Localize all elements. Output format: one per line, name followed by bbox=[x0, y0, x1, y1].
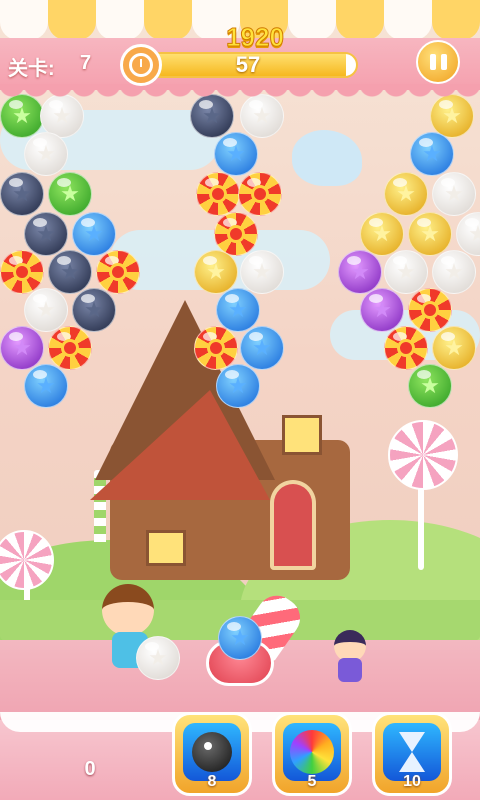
house-door bbox=[270, 480, 316, 570]
hourglass-count: 10 bbox=[403, 773, 421, 790]
bubble-swirl bbox=[214, 212, 258, 256]
bubble-white: ★ bbox=[384, 250, 428, 294]
bubble-swirl bbox=[194, 326, 238, 370]
next-bubble[interactable]: ★ bbox=[136, 636, 180, 680]
pause-icon bbox=[429, 54, 436, 70]
pause-button[interactable] bbox=[416, 40, 460, 84]
bomb-powerup-button[interactable]: 8 bbox=[172, 712, 252, 796]
bubble-swirl bbox=[0, 250, 44, 294]
bubble-green: ★ bbox=[48, 172, 92, 216]
hourglass-icon bbox=[399, 732, 425, 772]
score: 1920 bbox=[226, 22, 285, 53]
house-window bbox=[146, 530, 186, 566]
bubble-blue: ★ bbox=[410, 132, 454, 176]
level-label: 关卡: bbox=[8, 58, 55, 80]
bubble-white: ★ bbox=[240, 250, 284, 294]
current-bubble: ★ bbox=[218, 616, 262, 660]
bubble-yellow: ★ bbox=[384, 172, 428, 216]
bubble-yellow: ★ bbox=[432, 326, 476, 370]
bubble-blue: ★ bbox=[216, 364, 260, 408]
bubble-blue: ★ bbox=[216, 288, 260, 332]
bubble-navy: ★ bbox=[0, 172, 44, 216]
alarm-clock-icon bbox=[120, 44, 162, 86]
bubble-yellow: ★ bbox=[430, 94, 474, 138]
bubble-navy: ★ bbox=[24, 212, 68, 256]
bubble-yellow: ★ bbox=[360, 212, 404, 256]
lollipop bbox=[388, 420, 458, 490]
bubble-purple: ★ bbox=[360, 288, 404, 332]
timer-value: 57 bbox=[235, 52, 261, 77]
bubble-green: ★ bbox=[408, 364, 452, 408]
bubble-swirl bbox=[196, 172, 240, 216]
bubble-navy: ★ bbox=[72, 288, 116, 332]
bubble-swirl bbox=[408, 288, 452, 332]
bubble-yellow: ★ bbox=[408, 212, 452, 256]
bubble-white: ★ bbox=[24, 288, 68, 332]
hourglass-powerup-button[interactable]: 10 bbox=[372, 712, 452, 796]
bubble-yellow: ★ bbox=[194, 250, 238, 294]
bubble-blue: ★ bbox=[24, 364, 68, 408]
bubble-swirl bbox=[48, 326, 92, 370]
bubble-swirl bbox=[384, 326, 428, 370]
boy-character bbox=[102, 584, 154, 636]
girl-body bbox=[338, 658, 362, 682]
bubble-blue: ★ bbox=[240, 326, 284, 370]
bubble-white: ★ bbox=[240, 94, 284, 138]
shot-counter: 0 bbox=[84, 758, 96, 780]
bubble-navy: ★ bbox=[190, 94, 234, 138]
rainbow-count: 5 bbox=[307, 773, 317, 790]
rainbow-powerup-button[interactable]: 5 bbox=[272, 712, 352, 796]
header-scallop bbox=[0, 84, 480, 100]
bomb-count: 8 bbox=[207, 773, 217, 790]
bubble-blue: ★ bbox=[214, 132, 258, 176]
house-window bbox=[282, 415, 322, 455]
bubble-navy: ★ bbox=[48, 250, 92, 294]
rainbow-ball-icon bbox=[290, 730, 334, 774]
bubble-swirl bbox=[96, 250, 140, 294]
bubble-blue: ★ bbox=[72, 212, 116, 256]
level-number: 7 bbox=[80, 52, 92, 74]
bubble-green: ★ bbox=[0, 94, 44, 138]
bubble-purple: ★ bbox=[0, 326, 44, 370]
bubble-white: ★ bbox=[432, 172, 476, 216]
bubble-purple: ★ bbox=[338, 250, 382, 294]
game-scene[interactable]: ★ ★ ★ ★ ★ ★ ★ ★ ★ ★ ★ ★ ★ ★ ★ ★ ★ ★ ★ ★ ★ ★ ★ ★ ★ ★ ★ ★ ★ ★ ★ ★ ★ ★ ★ 关卡… bbox=[0, 0, 480, 800]
bomb-icon bbox=[192, 732, 232, 772]
bubble-white: ★ bbox=[432, 250, 476, 294]
bubble-swirl bbox=[238, 172, 282, 216]
bubble-white: ★ bbox=[24, 132, 68, 176]
